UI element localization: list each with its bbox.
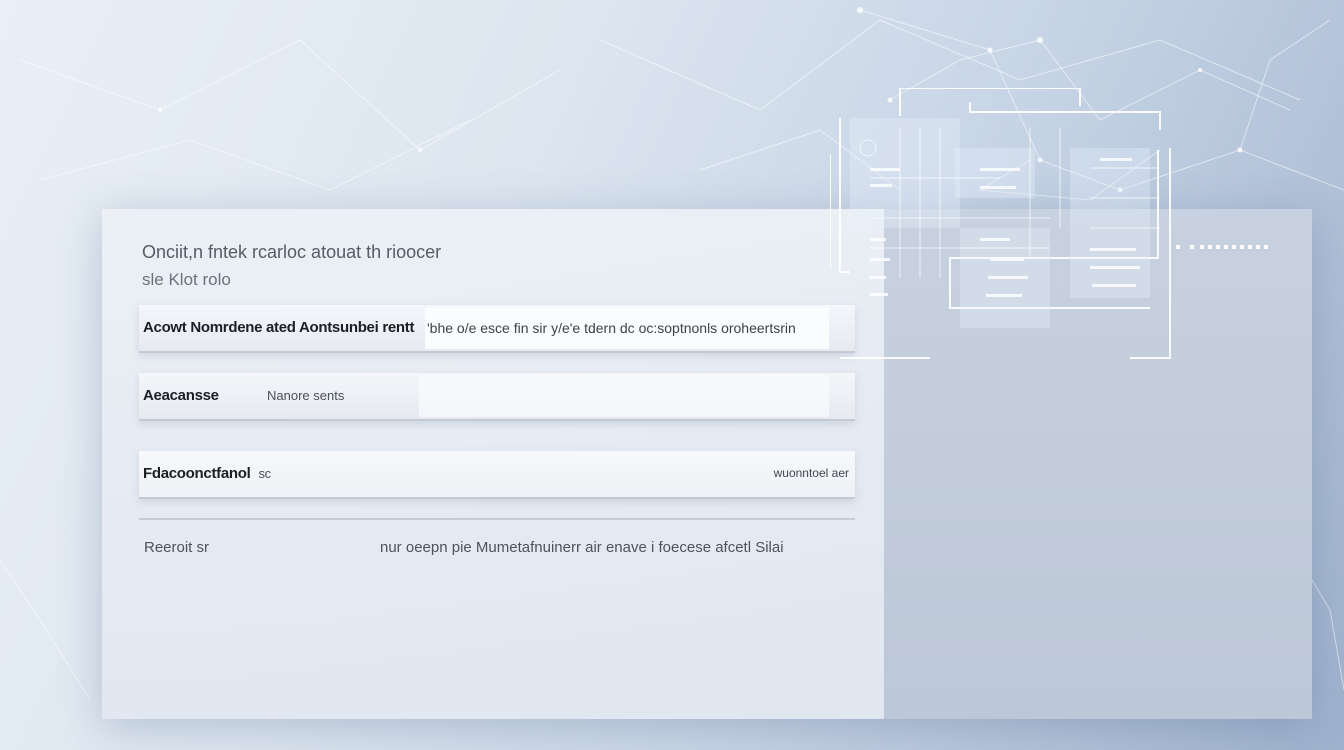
password-field-label: Fdacoonctfanol sc xyxy=(143,465,271,482)
form-section: Onciit,n fntek rcarloc atouat th rioocer… xyxy=(102,209,884,719)
access-field-value: Nanore sents xyxy=(267,388,345,403)
account-field[interactable]: Acowt Nomrdene ated Aontsunbei rentt 'bh… xyxy=(139,305,855,353)
account-field-value[interactable]: 'bhe o/e esce fin sir y/e'e tdern dc oc:… xyxy=(425,307,829,349)
account-field-label: Acowt Nomrdene ated Aontsunbei rentt xyxy=(143,319,415,336)
result-label: Reeroit sr xyxy=(144,539,210,556)
divider xyxy=(139,518,855,520)
password-field-label-suffix: sc xyxy=(258,466,271,481)
access-field-label: Aeacansse xyxy=(143,387,219,404)
password-field[interactable]: Fdacoonctfanol sc wuonntoel aer xyxy=(139,451,855,499)
access-field-input[interactable] xyxy=(419,375,829,417)
panel-subheading: sle Klot rolo xyxy=(142,270,231,289)
result-value: nur oeepn pie Mumetafnuinerr air enave i… xyxy=(380,539,784,556)
dots-indicator-icon xyxy=(1176,245,1268,249)
password-field-value: wuonntoel aer xyxy=(773,466,849,480)
circuit-schematic-icon xyxy=(830,88,1171,359)
password-field-label-text: Fdacoonctfanol xyxy=(143,465,251,482)
access-field[interactable]: Aeacansse Nanore sents xyxy=(139,373,855,421)
panel-heading: Onciit,n fntek rcarloc atouat th rioocer xyxy=(142,242,442,262)
